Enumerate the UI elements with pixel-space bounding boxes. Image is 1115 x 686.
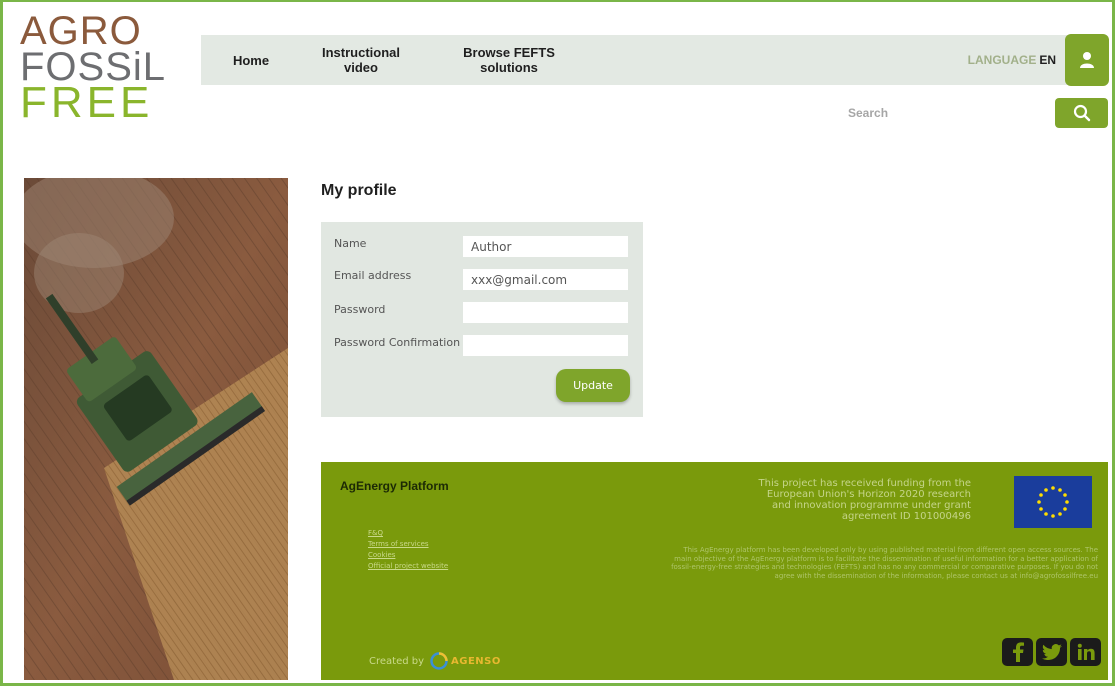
search-input[interactable] — [840, 99, 1052, 127]
eu-flag-icon — [1014, 476, 1092, 528]
password-label: Password — [334, 303, 386, 316]
nav-home[interactable]: Home — [221, 35, 281, 85]
name-field[interactable] — [463, 236, 628, 257]
email-label: Email address — [334, 269, 412, 282]
user-icon — [1080, 52, 1094, 68]
nav-instructional-video[interactable]: Instructional video — [311, 35, 411, 85]
profile-form: Name Email address Password Password Con… — [321, 222, 643, 417]
footer: AgEnergy Platform F&Q Terms of services … — [321, 462, 1108, 680]
search-icon — [1073, 104, 1090, 122]
language-label: LANGUAGE — [967, 53, 1037, 67]
funding-notice: This project has received funding from t… — [758, 478, 971, 522]
search-button[interactable] — [1055, 98, 1108, 128]
footer-link-cookies[interactable]: Cookies — [368, 550, 448, 561]
footer-link-terms[interactable]: Terms of services — [368, 539, 448, 550]
password-field[interactable] — [463, 302, 628, 323]
nav-browse-fefts-solutions[interactable]: Browse FEFTS solutions — [449, 35, 569, 85]
agenso-brand-text: AGENSO — [451, 655, 501, 667]
user-account-button[interactable] — [1065, 34, 1109, 86]
footer-link-project-website[interactable]: Official project website — [368, 561, 448, 572]
name-label: Name — [334, 237, 367, 250]
password-confirmation-label: Password Confirmation — [334, 336, 461, 349]
password-confirmation-field[interactable] — [463, 335, 628, 356]
footer-link-faq[interactable]: F&Q — [368, 528, 448, 539]
footer-title: AgEnergy Platform — [340, 479, 449, 493]
page-title: My profile — [321, 182, 397, 199]
top-navigation: Home Instructional video Browse FEFTS so… — [201, 35, 1071, 85]
facebook-icon[interactable] — [1002, 638, 1033, 666]
social-links — [1002, 638, 1101, 666]
agenso-logo[interactable]: AGENSO — [430, 652, 501, 670]
language-selector[interactable]: LANGUAGE EN — [968, 35, 1056, 85]
created-by-label: Created by — [369, 655, 425, 667]
created-by: Created by AGENSO — [369, 652, 501, 670]
agrofossilfree-logo[interactable]: AGRO FOSSiL FREE — [20, 11, 170, 134]
email-field[interactable] — [463, 269, 628, 290]
agenso-circle-icon — [430, 652, 448, 670]
linkedin-icon[interactable] — [1070, 638, 1101, 666]
update-button[interactable]: Update — [556, 369, 630, 402]
logo-line-free: FREE — [20, 78, 154, 127]
disclaimer-text: This AgEnergy platform has been develope… — [671, 546, 1098, 580]
footer-links: F&Q Terms of services Cookies Official p… — [368, 528, 448, 572]
harvester-field-photo — [24, 178, 288, 680]
language-value: EN — [1039, 53, 1056, 67]
twitter-icon[interactable] — [1036, 638, 1067, 666]
